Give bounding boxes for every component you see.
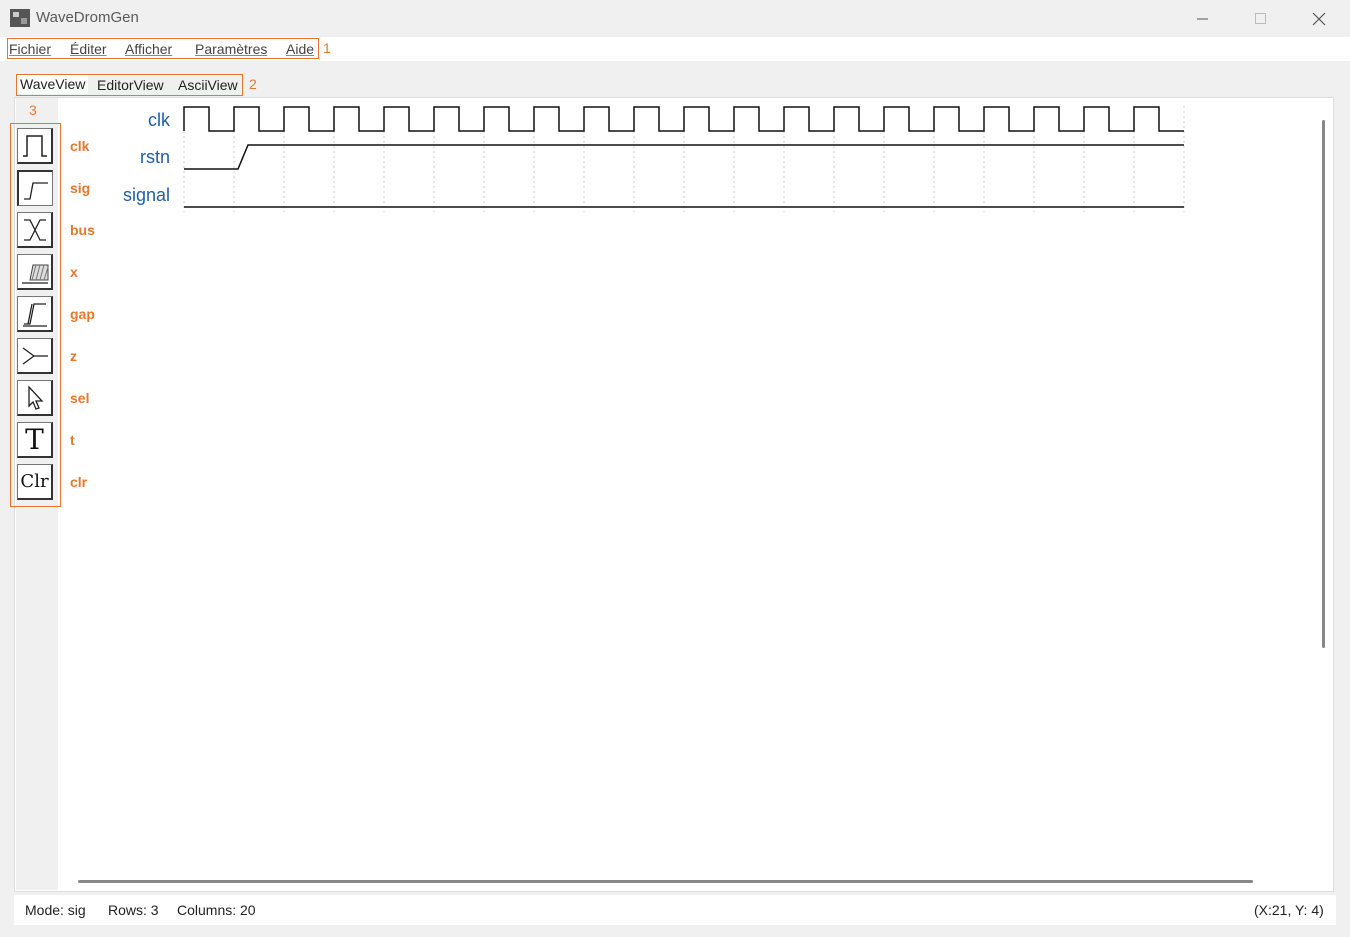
status-mode: Mode: sig — [25, 902, 86, 918]
tool-bus-button[interactable] — [17, 212, 53, 248]
clear-tool-icon: Clr — [20, 471, 49, 492]
tool-t-label: t — [70, 432, 75, 448]
gap-icon — [22, 302, 47, 327]
tool-x-label: x — [70, 264, 78, 280]
x-state-icon — [21, 264, 48, 284]
status-columns: Columns: 20 — [177, 902, 256, 918]
menu-annotation-number: 1 — [323, 40, 331, 56]
tool-x-button[interactable] — [17, 254, 53, 290]
maximize-button[interactable] — [1232, 0, 1290, 37]
clk-waveform[interactable] — [183, 106, 1184, 132]
close-button[interactable] — [1290, 0, 1348, 37]
z-state-icon — [22, 346, 48, 365]
signal-name-rstn[interactable]: rstn — [80, 147, 170, 168]
maximize-icon — [1255, 12, 1266, 24]
app-window: WaveDromGen Fichier Éditer Afficher Para… — [0, 0, 1350, 937]
tool-gap-label: gap — [70, 306, 95, 322]
close-icon — [1312, 12, 1326, 25]
vertical-scrollbar[interactable] — [1322, 120, 1325, 648]
window-title: WaveDromGen — [36, 9, 139, 26]
tab-editorview[interactable]: EditorView — [97, 77, 164, 93]
clock-wave-icon — [22, 134, 47, 157]
tool-clear-button[interactable]: Clr — [17, 464, 53, 500]
text-tool-icon: T — [25, 423, 44, 456]
tool-sel-button[interactable] — [17, 380, 53, 416]
status-coords: (X:21, Y: 4) — [1254, 902, 1324, 918]
tool-z-label: z — [70, 348, 77, 364]
horizontal-scrollbar[interactable] — [78, 880, 1253, 883]
menu-fichier[interactable]: Fichier — [9, 41, 51, 57]
waveform-diagram[interactable] — [180, 100, 1190, 220]
status-rows: Rows: 3 — [108, 902, 159, 918]
signal-edge-icon — [23, 181, 48, 200]
minimize-button[interactable] — [1174, 0, 1232, 37]
tool-sig-button[interactable] — [17, 170, 53, 206]
signal-name-clk[interactable]: clk — [80, 110, 170, 131]
menu-aide[interactable]: Aide — [286, 41, 314, 57]
tool-z-button[interactable] — [17, 338, 53, 374]
tool-sel-label: sel — [70, 390, 90, 406]
signal-name-signal[interactable]: signal — [80, 185, 170, 206]
tabs-annotation-number: 2 — [249, 76, 257, 92]
menu-parametres[interactable]: Paramètres — [195, 41, 267, 57]
tool-text-button[interactable]: T — [17, 422, 53, 458]
title-bar: WaveDromGen — [0, 0, 1350, 37]
tool-clk-button[interactable] — [17, 128, 53, 164]
menu-editer[interactable]: Éditer — [70, 41, 107, 57]
toolbar-annotation-number: 3 — [29, 102, 37, 118]
cursor-select-icon — [27, 384, 43, 410]
tool-bus-label: bus — [70, 222, 95, 238]
status-bar: Mode: sig Rows: 3 Columns: 20 (X:21, Y: … — [14, 895, 1336, 925]
tab-asciiview[interactable]: AsciiView — [178, 77, 238, 93]
menu-bar: Fichier Éditer Afficher Paramètres Aide … — [0, 37, 1350, 61]
bus-icon — [23, 218, 46, 241]
minimize-icon — [1197, 18, 1208, 19]
tool-clr-label: clr — [70, 474, 88, 490]
menu-afficher[interactable]: Afficher — [125, 41, 172, 57]
app-logo-icon — [10, 9, 30, 27]
tab-waveview[interactable]: WaveView — [17, 75, 89, 94]
tool-gap-button[interactable] — [17, 296, 53, 332]
